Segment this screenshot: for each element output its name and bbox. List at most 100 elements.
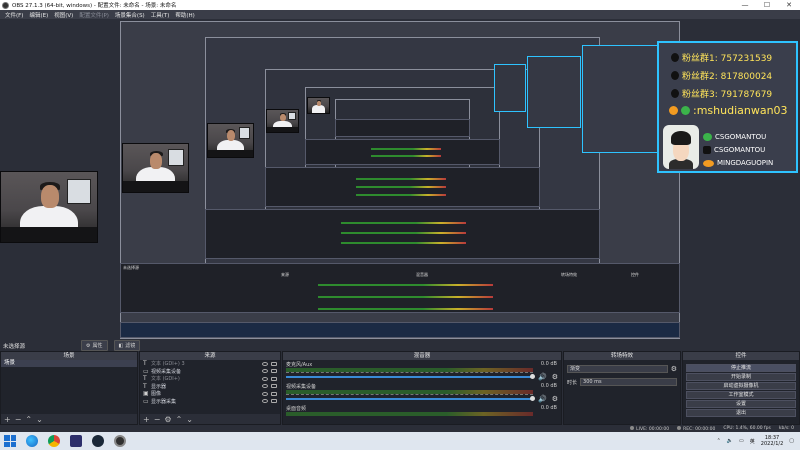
transition-gear-icon[interactable]: ⚙ bbox=[671, 365, 677, 373]
mixer-channel: 视频采集设备 0.0 dB 🔊 ⚙ bbox=[283, 382, 561, 404]
douyu-id-text: :mshudianwan03 bbox=[693, 104, 788, 117]
webcam-feed-nested bbox=[122, 143, 189, 193]
source-item[interactable]: T 文本 (GDI+) 3 bbox=[140, 360, 280, 368]
visibility-eye-icon[interactable] bbox=[262, 399, 268, 404]
add-source-button[interactable]: + bbox=[143, 415, 150, 424]
source-item[interactable]: T 显示器 bbox=[140, 383, 280, 391]
gear-icon[interactable]: ⚙ bbox=[552, 395, 558, 403]
channel-db: 0.0 dB bbox=[540, 405, 557, 411]
text-source-icon: T bbox=[143, 382, 147, 390]
lock-icon[interactable] bbox=[271, 384, 277, 389]
menu-help[interactable]: 帮助(H) bbox=[172, 11, 197, 19]
wechat-icon-small bbox=[681, 106, 690, 115]
source-item[interactable]: T 文本 (GDI+) bbox=[140, 375, 280, 383]
stop-streaming-button[interactable]: 停止推流 bbox=[686, 364, 796, 372]
minimize-button[interactable]: — bbox=[734, 0, 756, 10]
source-toolbar: 未选择源 ⚙ 属性 ◧ 滤镜 bbox=[0, 340, 800, 351]
move-up-button[interactable]: ⌃ bbox=[25, 415, 32, 424]
add-scene-button[interactable]: + bbox=[4, 415, 11, 424]
volume-slider-handle[interactable] bbox=[530, 374, 535, 379]
lock-icon[interactable] bbox=[271, 391, 277, 396]
speaker-icon[interactable]: 🔊 bbox=[538, 373, 547, 381]
gear-icon[interactable]: ⚙ bbox=[552, 373, 558, 381]
lock-icon[interactable] bbox=[271, 369, 277, 374]
steam-icon[interactable] bbox=[92, 435, 104, 447]
speaker-icon[interactable]: 🔊 bbox=[538, 395, 547, 403]
start-menu-icon[interactable] bbox=[4, 435, 16, 447]
settings-button[interactable]: 设置 bbox=[686, 400, 796, 408]
studio-mode-button[interactable]: 工作室模式 bbox=[686, 391, 796, 399]
preview-canvas[interactable]: 未选择源 来源 混音器 转场特效 控件 粉丝群1: 757231539 粉丝群2… bbox=[0, 19, 800, 340]
menu-scene-collection[interactable]: 场景集合(S) bbox=[112, 11, 148, 19]
exit-button[interactable]: 退出 bbox=[686, 409, 796, 417]
live-timer: LIVE: 00:00:00 bbox=[630, 425, 669, 432]
wechat-row: CSGOMANTOU bbox=[703, 133, 766, 141]
close-button[interactable]: ✕ bbox=[778, 0, 800, 10]
source-properties-gear-icon[interactable]: ⚙ bbox=[164, 415, 171, 424]
move-down-button[interactable]: ⌄ bbox=[186, 415, 193, 424]
notification-icon[interactable]: ▢ bbox=[789, 438, 794, 444]
speaker-icon[interactable]: 🔈 bbox=[727, 438, 733, 444]
obs-taskbar-icon[interactable] bbox=[114, 435, 126, 447]
visibility-eye-icon[interactable] bbox=[262, 369, 268, 374]
duration-input[interactable]: 300 ms bbox=[580, 378, 677, 386]
display-capture-icon: ▭ bbox=[143, 397, 149, 405]
remove-source-button[interactable]: − bbox=[154, 415, 161, 424]
scene-item[interactable]: 场景 bbox=[1, 360, 137, 367]
remove-scene-button[interactable]: − bbox=[15, 415, 22, 424]
lock-icon[interactable] bbox=[271, 361, 277, 366]
start-virtual-camera-button[interactable]: 启动虚拟摄像机 bbox=[686, 382, 796, 390]
tiktok-id-text: CSGOMANTOU bbox=[714, 146, 766, 154]
visibility-eye-icon[interactable] bbox=[262, 361, 268, 366]
lock-icon[interactable] bbox=[271, 376, 277, 381]
menu-edit[interactable]: 编辑(E) bbox=[26, 11, 51, 19]
clock[interactable]: 18:37 2022/1/2 bbox=[761, 435, 783, 447]
text-source-icon: T bbox=[143, 375, 147, 383]
volume-slider-handle[interactable] bbox=[530, 396, 535, 401]
audio-mixer-dock: 混音器 麦克风/Aux 0.0 dB 🔊 ⚙ 视频采集设备 0.0 dB 🔊 ⚙… bbox=[282, 351, 562, 425]
source-name: 视频采集设备 bbox=[151, 368, 182, 375]
nested-meter bbox=[341, 242, 466, 244]
channel-db: 0.0 dB bbox=[540, 383, 557, 389]
nested-taskbar bbox=[120, 322, 680, 338]
system-tray: ⌃ 🔈 ▭ 英 18:37 2022/1/2 ▢ bbox=[717, 435, 794, 447]
volume-slider[interactable] bbox=[286, 398, 533, 400]
lock-icon[interactable] bbox=[271, 399, 277, 404]
nested-meter bbox=[318, 308, 493, 310]
source-item[interactable]: ▭ 显示器采集 bbox=[140, 398, 280, 406]
app-icon[interactable] bbox=[70, 435, 82, 447]
rec-timer-text: REC: 00:00:00 bbox=[683, 426, 716, 432]
filters-button[interactable]: ◧ 滤镜 bbox=[113, 340, 141, 351]
obs-logo-icon bbox=[2, 1, 9, 9]
move-up-button[interactable]: ⌃ bbox=[176, 415, 183, 424]
source-name: 显示器 bbox=[151, 383, 167, 390]
menu-profile[interactable]: 配置文件(P) bbox=[76, 11, 112, 19]
edge-browser-icon[interactable] bbox=[26, 435, 38, 447]
ime-language[interactable]: 英 bbox=[750, 438, 755, 445]
move-down-button[interactable]: ⌄ bbox=[36, 415, 43, 424]
meter-scale bbox=[286, 372, 533, 374]
chrome-icon[interactable] bbox=[48, 435, 60, 447]
window-title: OBS 27.1.3 (64-bit, windows) - 配置文件: 未命名… bbox=[12, 3, 177, 9]
sources-list: T 文本 (GDI+) 3 ▭ 视频采集设备 T 文本 (GDI+) T 显示器 bbox=[140, 360, 280, 414]
scenes-dock-footer: + − ⌃ ⌄ bbox=[1, 414, 137, 424]
properties-button[interactable]: ⚙ 属性 bbox=[81, 340, 108, 351]
transition-select[interactable]: 渐变 bbox=[567, 365, 668, 373]
network-icon[interactable]: ▭ bbox=[739, 438, 744, 444]
menu-tools[interactable]: 工具(T) bbox=[148, 11, 173, 19]
visibility-eye-icon[interactable] bbox=[262, 384, 268, 389]
source-item[interactable]: ▭ 视频采集设备 bbox=[140, 368, 280, 376]
start-recording-button[interactable]: 开始录制 bbox=[686, 373, 796, 381]
transition-duration-row: 时长 300 ms bbox=[564, 377, 680, 387]
tray-arrow-icon[interactable]: ⌃ bbox=[717, 438, 721, 444]
nested-bottom-dock-2 bbox=[205, 209, 600, 259]
meter-scale bbox=[286, 394, 533, 396]
visibility-eye-icon[interactable] bbox=[262, 376, 268, 381]
source-item[interactable]: ▣ 图像 bbox=[140, 390, 280, 398]
visibility-eye-icon[interactable] bbox=[262, 391, 268, 396]
menu-file[interactable]: 文件(F) bbox=[2, 11, 26, 19]
maximize-button[interactable]: ☐ bbox=[756, 0, 778, 10]
source-name: 文本 (GDI+) 3 bbox=[151, 361, 185, 368]
volume-slider[interactable] bbox=[286, 376, 533, 378]
menu-view[interactable]: 视图(V) bbox=[51, 11, 76, 19]
